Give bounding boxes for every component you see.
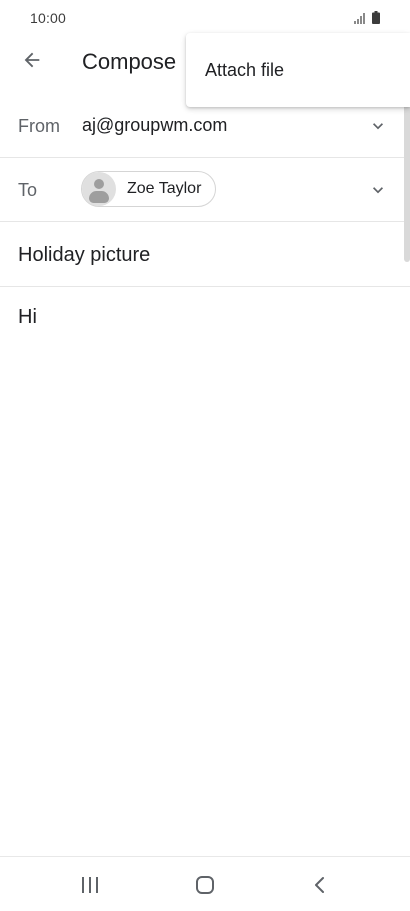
to-dropdown-button[interactable] [368,180,388,200]
navigation-bar [0,856,410,911]
body-input[interactable]: Hi [18,306,37,329]
status-time: 10:00 [30,10,67,26]
recents-button[interactable] [70,865,110,905]
recents-icon [82,877,98,893]
avatar [82,172,116,206]
from-account[interactable]: aj@groupwm.com [82,115,227,136]
status-bar: 10:00 [0,0,410,36]
back-icon [315,877,324,893]
signal-icon [354,11,366,29]
back-button[interactable] [12,42,52,82]
compose-screen: 10:00 Compose From aj@groupwm.com To Zoe… [0,0,410,911]
arrow-left-icon [21,49,43,76]
home-icon [196,876,214,894]
recipient-chip[interactable]: Zoe Taylor [81,171,217,207]
overflow-menu: Attach file [186,33,410,107]
scrollbar[interactable] [404,90,410,262]
subject-input[interactable]: Holiday picture [18,244,150,267]
to-label: To [18,180,38,200]
chevron-down-icon [373,187,383,194]
from-dropdown-button[interactable] [368,116,388,136]
menu-item-attach-file[interactable]: Attach file [186,33,410,107]
chevron-down-icon [373,123,383,130]
page-title: Compose [82,49,177,74]
home-button[interactable] [185,865,225,905]
battery-icon [372,11,380,29]
nav-back-button[interactable] [300,865,340,905]
status-icons [354,11,380,29]
recipient-name: Zoe Taylor [127,180,202,197]
subject-row: Holiday picture [0,222,410,287]
to-row: To Zoe Taylor [0,158,410,222]
from-label: From [18,116,60,136]
